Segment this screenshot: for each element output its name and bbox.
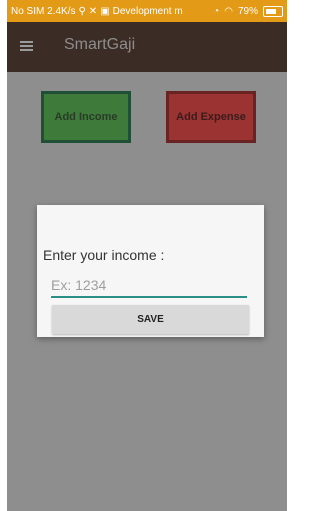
usb-icon: ⚲	[78, 5, 86, 17]
network-speed-text: No SIM 2.4K/s	[11, 5, 76, 17]
status-bar-left: No SIM 2.4K/s ⚲ ✕ ▣ Development m	[11, 0, 183, 22]
income-label: Enter your income :	[43, 247, 165, 263]
phone-screen: No SIM 2.4K/s ⚲ ✕ ▣ Development m ◔ ◠ 79…	[7, 0, 287, 511]
status-bar: No SIM 2.4K/s ⚲ ✕ ▣ Development m ◔ ◠ 79…	[7, 0, 287, 22]
add-income-button[interactable]: Add Income	[41, 91, 131, 143]
income-input[interactable]	[51, 274, 247, 298]
status-bar-right: ◔ ◠ 79%	[213, 0, 283, 22]
battery-icon	[263, 5, 283, 17]
save-button[interactable]: SAVE	[52, 305, 249, 334]
app-title: SmartGaji	[64, 36, 136, 53]
hamburger-menu-icon[interactable]	[20, 41, 33, 51]
tools-icon: ✕	[88, 5, 98, 17]
app-notification-icon: ▣	[100, 5, 110, 17]
alarm-icon: ◔	[213, 5, 220, 17]
add-expense-button[interactable]: Add Expense	[166, 91, 256, 143]
income-dialog: Enter your income : SAVE	[37, 205, 264, 337]
notification-text: Development m	[112, 5, 183, 17]
wifi-icon: ◠	[224, 5, 233, 17]
battery-percent: 79%	[237, 5, 258, 17]
app-bar: SmartGaji	[7, 22, 287, 72]
